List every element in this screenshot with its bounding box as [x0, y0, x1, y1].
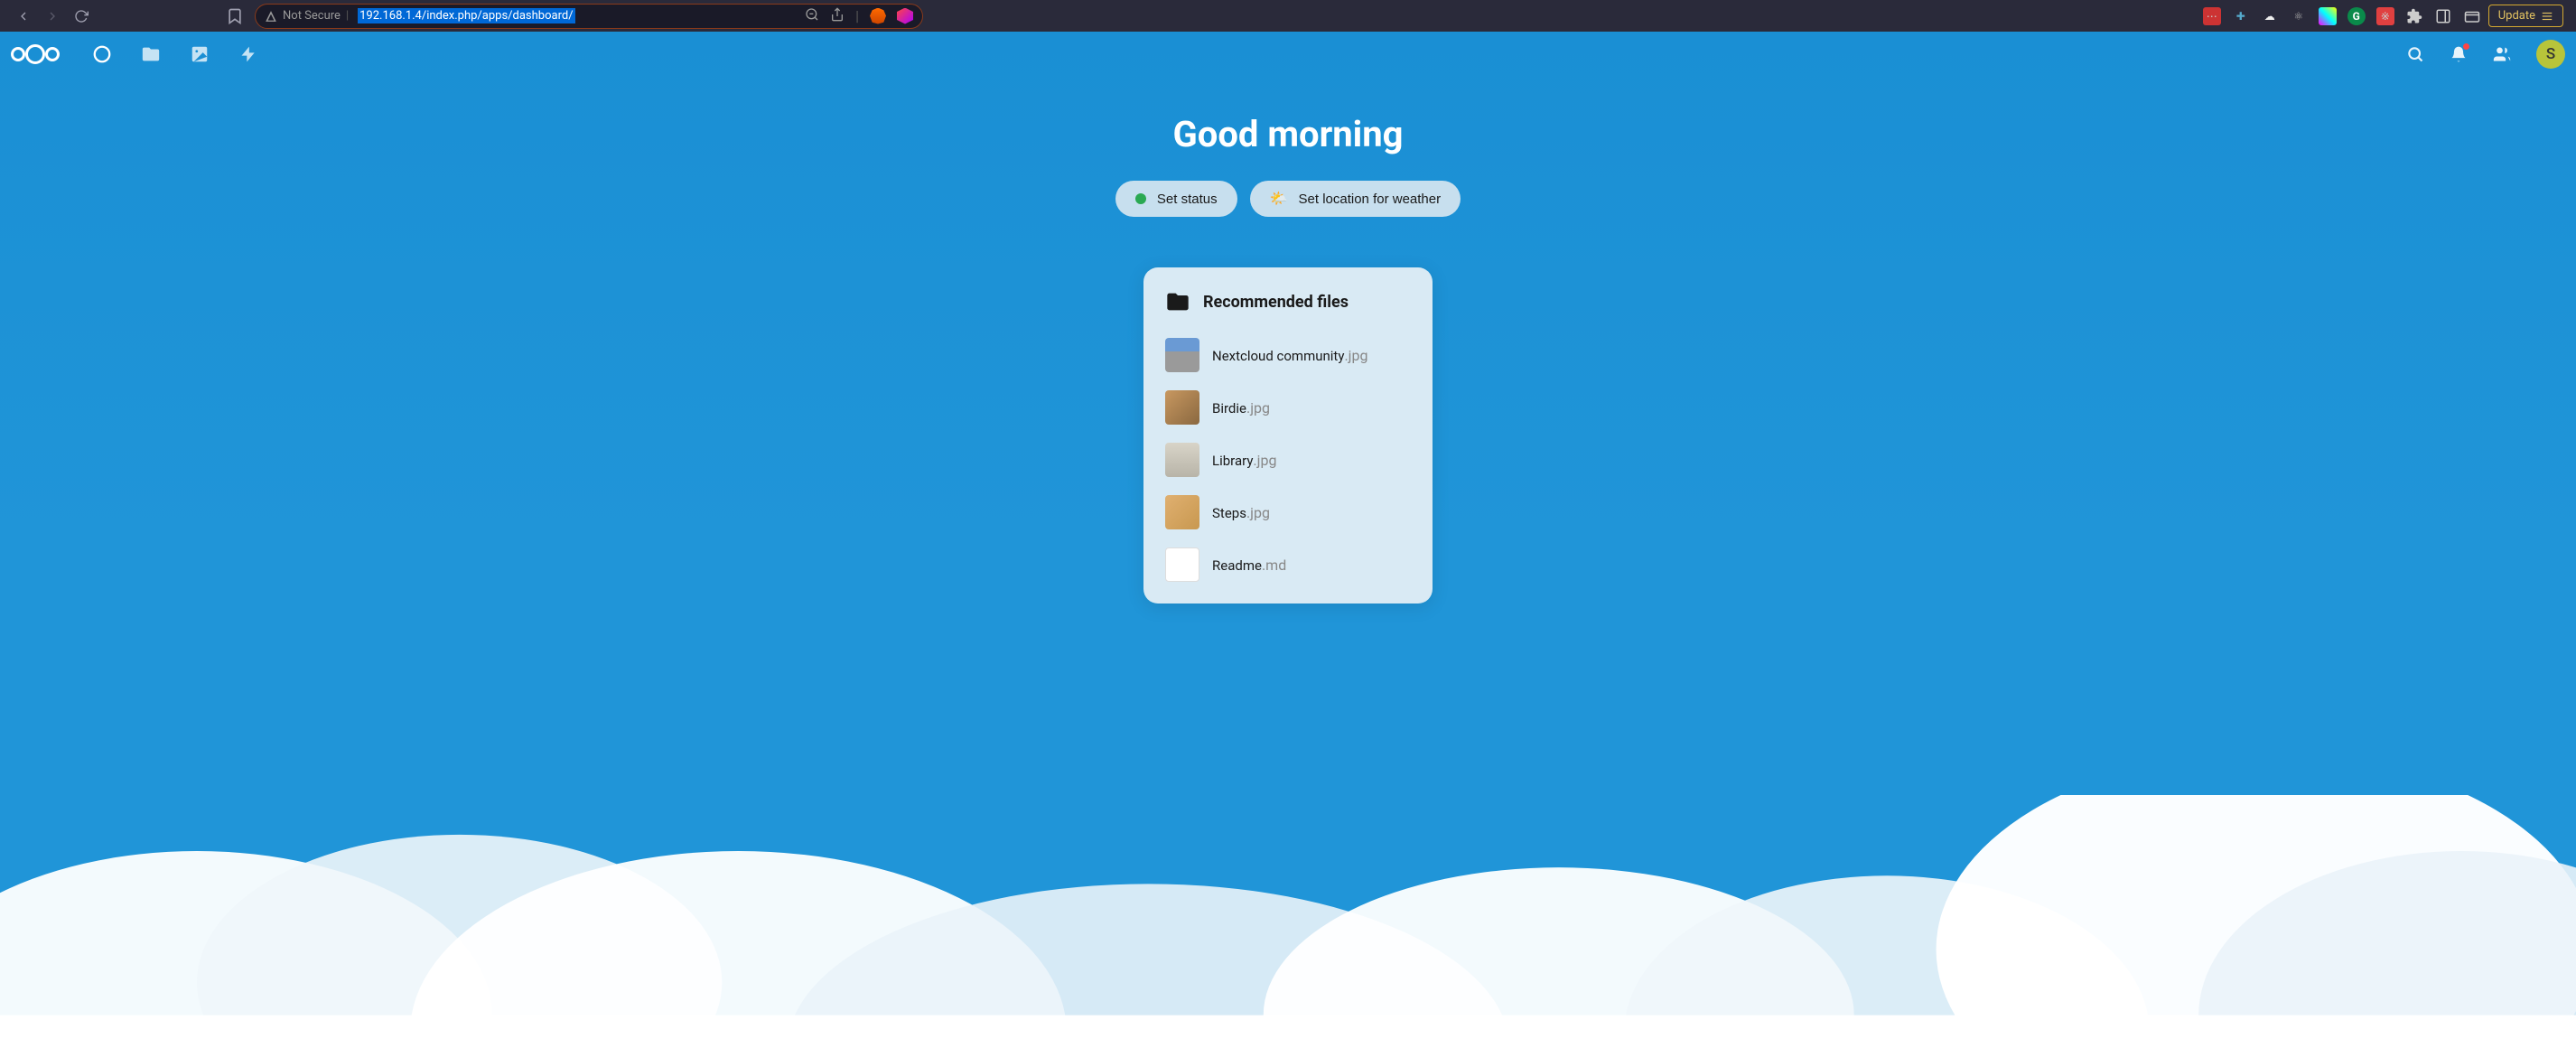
file-label: Library.jpg: [1212, 452, 1276, 469]
nextcloud-app: S Good morning Set status 🌤️ Set locatio…: [0, 32, 2576, 1048]
extension-icons: ⋯ ✚ ☁ ⚛ G ※: [2203, 7, 2481, 25]
wallet-icon[interactable]: [2463, 7, 2481, 25]
file-thumbnail: [1165, 338, 1199, 372]
folder-icon: [1165, 289, 1190, 314]
security-indicator[interactable]: Not Secure |: [265, 9, 349, 23]
weather-icon: 🌤️: [1270, 190, 1288, 208]
zoom-out-icon[interactable]: [805, 7, 819, 25]
brave-icon[interactable]: [870, 8, 886, 24]
address-section: Not Secure | 192.168.1.4/index.php/apps/…: [226, 4, 2131, 29]
extension-cloud-icon[interactable]: ☁: [2261, 7, 2279, 25]
extension-plus-icon[interactable]: ✚: [2232, 7, 2250, 25]
widget-title: Recommended files: [1203, 293, 1349, 312]
file-thumbnail: [1165, 390, 1199, 425]
back-button[interactable]: [13, 5, 34, 27]
user-avatar[interactable]: S: [2536, 40, 2565, 69]
url-text: 192.168.1.4/index.php/apps/dashboard/: [358, 8, 574, 23]
extension-diamond-icon[interactable]: [2319, 7, 2337, 25]
nav-dashboard-icon[interactable]: [92, 44, 112, 64]
reload-button[interactable]: [70, 5, 92, 27]
browser-toolbar: Not Secure | 192.168.1.4/index.php/apps/…: [0, 0, 2576, 32]
file-item[interactable]: Steps.jpg: [1165, 495, 1411, 529]
clouds-background: [0, 795, 2576, 1048]
set-weather-button[interactable]: 🌤️ Set location for weather: [1250, 181, 1461, 217]
nav-activity-icon[interactable]: [238, 44, 258, 64]
address-right-icons: |: [805, 7, 913, 25]
greeting-heading: Good morning: [1172, 113, 1403, 155]
notification-dot: [2463, 43, 2469, 50]
recommended-files-widget: Recommended files Nextcloud community.jp…: [1143, 267, 1433, 604]
file-thumbnail: [1165, 443, 1199, 477]
forward-button[interactable]: [42, 5, 63, 27]
extension-lastpass-icon[interactable]: ⋯: [2203, 7, 2221, 25]
bookmark-icon[interactable]: [226, 7, 244, 25]
search-icon[interactable]: [2406, 45, 2424, 63]
file-thumbnail: [1165, 495, 1199, 529]
brave-shield-icon[interactable]: [897, 8, 913, 24]
extensions-menu-icon[interactable]: [2405, 7, 2423, 25]
nextcloud-logo[interactable]: [11, 44, 60, 64]
set-status-button[interactable]: Set status: [1115, 181, 1237, 217]
extension-grammarly-icon[interactable]: G: [2347, 7, 2366, 25]
extension-react-icon[interactable]: ⚛: [2290, 7, 2308, 25]
file-label: Birdie.jpg: [1212, 399, 1270, 416]
file-item[interactable]: Birdie.jpg: [1165, 390, 1411, 425]
contacts-icon[interactable]: [2493, 45, 2511, 63]
sidepanel-icon[interactable]: [2434, 7, 2452, 25]
file-thumbnail: [1165, 547, 1199, 582]
file-label: Nextcloud community.jpg: [1212, 347, 1367, 364]
file-item[interactable]: Readme.md: [1165, 547, 1411, 582]
notifications-icon[interactable]: [2450, 45, 2468, 63]
app-nav-list: [92, 44, 258, 64]
nav-photos-icon[interactable]: [190, 44, 210, 64]
file-item[interactable]: Library.jpg: [1165, 443, 1411, 477]
app-top-nav: S: [0, 32, 2576, 77]
security-text: Not Secure: [283, 9, 341, 23]
dashboard-content: Good morning Set status 🌤️ Set location …: [0, 77, 2576, 604]
file-list: Nextcloud community.jpg Birdie.jpg Libra…: [1165, 338, 1411, 582]
file-item[interactable]: Nextcloud community.jpg: [1165, 338, 1411, 372]
dashboard-actions: Set status 🌤️ Set location for weather: [1115, 181, 1461, 217]
share-icon[interactable]: [830, 7, 845, 25]
file-label: Steps.jpg: [1212, 504, 1270, 521]
nav-files-icon[interactable]: [141, 44, 161, 64]
file-label: Readme.md: [1212, 557, 1286, 574]
extension-red-icon[interactable]: ※: [2376, 7, 2394, 25]
address-bar[interactable]: Not Secure | 192.168.1.4/index.php/apps/…: [255, 4, 923, 29]
update-button[interactable]: Update: [2488, 5, 2563, 27]
status-online-icon: [1135, 193, 1146, 204]
app-nav-right: S: [2406, 40, 2565, 69]
widget-header: Recommended files: [1165, 289, 1411, 314]
